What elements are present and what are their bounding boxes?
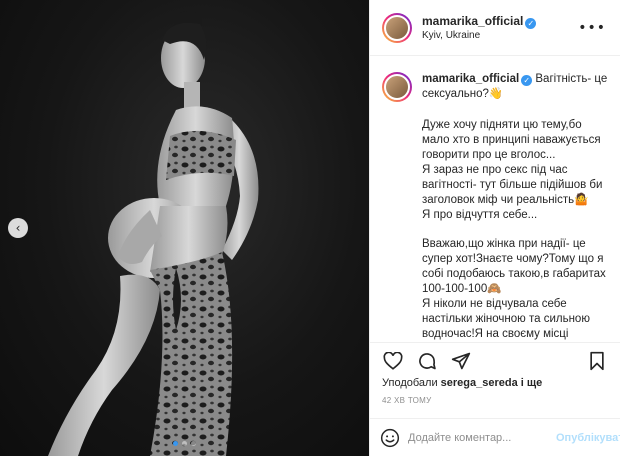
paper-plane-icon[interactable]: [448, 348, 474, 374]
caption-body: mamarika_official ✓ Вагітність- це сексуа…: [422, 72, 608, 342]
avatar-image: [384, 74, 410, 100]
comment-icon[interactable]: [414, 348, 440, 374]
likes-line: Уподобали serega_sereda і ще: [382, 377, 542, 389]
caption-paragraph: Я зараз не про секс під час вагітності- …: [422, 164, 603, 206]
caption-row: mamarika_official ✓ Вагітність- це сексуа…: [382, 72, 608, 342]
caption-head: mamarika_official ✓ Вагітність- це сексуа…: [422, 72, 608, 102]
likes-prefix: Уподобали: [382, 377, 441, 389]
more-horizontal-icon[interactable]: •••: [578, 20, 606, 36]
caption-text: Дуже хочу підняти цю тему,бо мало хто в …: [422, 118, 608, 342]
avatar-image: [384, 14, 410, 41]
carousel-dot: [191, 441, 196, 446]
header-location[interactable]: Kyiv, Ukraine: [422, 29, 536, 43]
carousel-dot-active: [173, 441, 178, 446]
bookmark-icon[interactable]: [584, 348, 610, 374]
post-photo[interactable]: ‹: [0, 0, 369, 456]
chevron-left-icon[interactable]: ‹: [8, 218, 28, 238]
avatar[interactable]: [382, 12, 412, 43]
post-sidebar: mamarika_official ✓ Kyiv, Ukraine ••• mam…: [369, 0, 620, 456]
likes-suffix[interactable]: і ще: [518, 377, 543, 389]
photo-illustration: [48, 11, 259, 456]
post-header: mamarika_official ✓ Kyiv, Ukraine •••: [370, 0, 620, 56]
divider: [370, 342, 620, 343]
verified-badge-icon: ✓: [525, 17, 537, 29]
emoji-icon[interactable]: [380, 427, 400, 449]
verified-badge-icon: ✓: [521, 75, 533, 86]
caption-paragraph: Вважаю,що жінка при надії- це супер хот!…: [422, 238, 606, 295]
action-bar: [370, 346, 620, 376]
caption-avatar[interactable]: [382, 72, 412, 102]
heart-icon[interactable]: [380, 348, 406, 374]
post-timestamp[interactable]: 42 ХВ ТОМУ: [382, 396, 432, 405]
caption-paragraph: Я ніколи не відчувала себе настільки жін…: [422, 298, 590, 340]
likes-user[interactable]: serega_sereda: [441, 377, 518, 389]
post-comment-button[interactable]: Опублікувати: [556, 432, 620, 444]
comment-input[interactable]: [408, 431, 550, 444]
instagram-post: ‹ mamarika_official✓ Kyiv, Ukraine •••: [0, 0, 620, 456]
caption-gap: [422, 223, 608, 237]
caption-area: mamarika_official ✓ Вагітність- це сексуа…: [370, 56, 620, 342]
carousel-dot: [182, 441, 187, 446]
header-username[interactable]: mamarika_official: [422, 14, 523, 28]
caption-username[interactable]: mamarika_official: [422, 73, 519, 85]
carousel-dots: [0, 441, 369, 446]
comment-bar: Опублікувати: [370, 419, 620, 456]
caption-paragraph: Дуже хочу підняти цю тему,бо мало хто в …: [422, 119, 601, 161]
header-text: mamarika_official ✓ Kyiv, Ukraine: [422, 13, 537, 43]
caption-paragraph: Я про відчуття себе...: [422, 209, 538, 221]
